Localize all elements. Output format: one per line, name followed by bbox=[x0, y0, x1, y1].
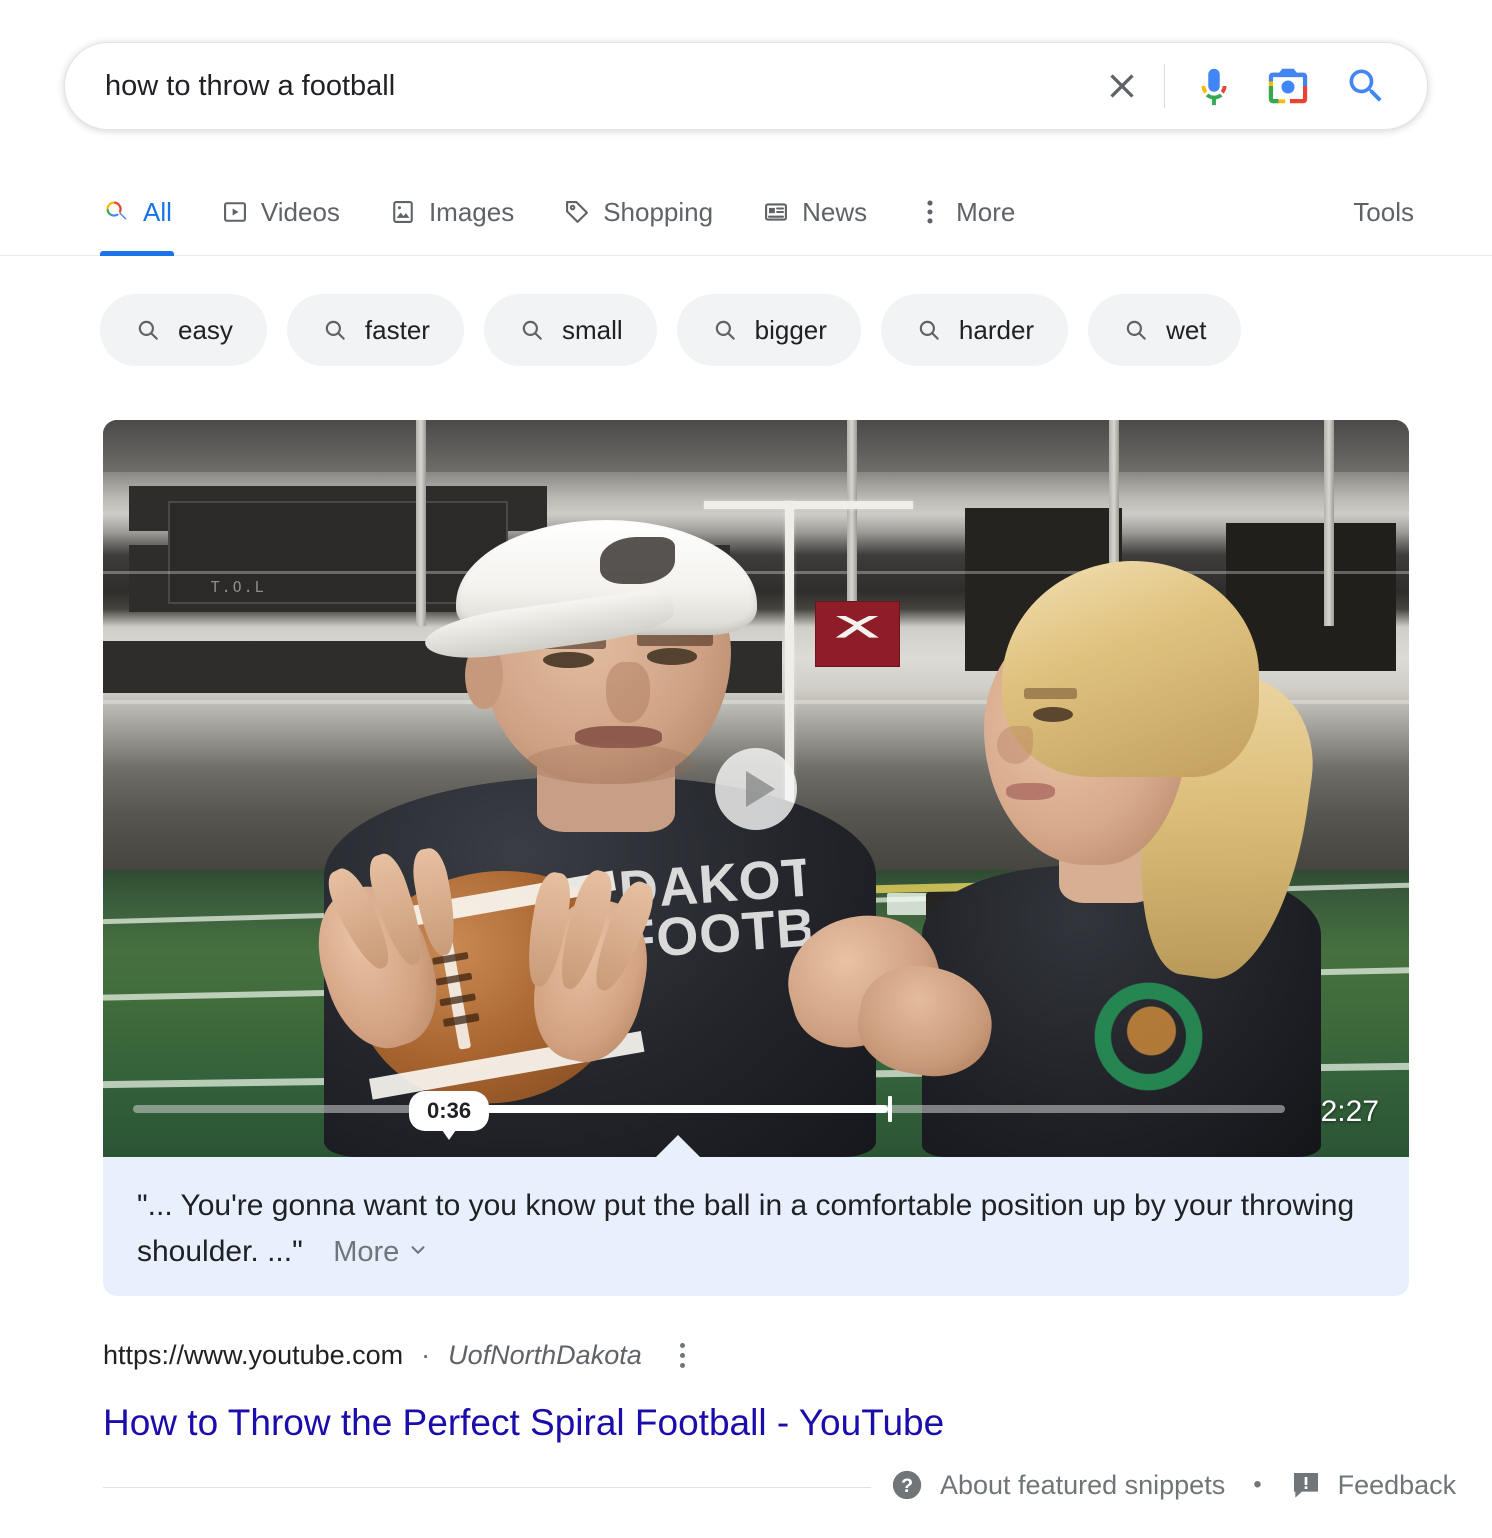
tab-videos[interactable]: Videos bbox=[218, 186, 342, 238]
search-icon bbox=[1122, 316, 1150, 344]
search-input[interactable] bbox=[105, 69, 1094, 103]
google-search-icon bbox=[102, 197, 132, 227]
related-searches-chip-row: easy faster small bigger har bbox=[100, 294, 1241, 366]
chip-small[interactable]: small bbox=[484, 294, 657, 366]
result-title-link[interactable]: How to Throw the Perfect Spiral Football… bbox=[103, 1399, 1403, 1447]
play-triangle bbox=[746, 771, 775, 807]
video-progress-bar[interactable] bbox=[133, 1105, 1285, 1113]
coach-eye bbox=[543, 652, 593, 668]
shirt-logo bbox=[1073, 967, 1224, 1106]
chip-bigger-label: bigger bbox=[755, 315, 827, 346]
snippet-more-label: More bbox=[333, 1236, 399, 1269]
about-featured-snippets-button[interactable]: ? About featured snippets bbox=[890, 1468, 1225, 1502]
feedback-button[interactable]: Feedback bbox=[1290, 1470, 1457, 1501]
footer-separator: • bbox=[1245, 1471, 1269, 1499]
snippet-quote: "... You're gonna want to you know put t… bbox=[137, 1189, 1354, 1268]
search-bar-container bbox=[64, 42, 1428, 130]
tab-more[interactable]: More bbox=[913, 186, 1017, 238]
coach-chin bbox=[525, 743, 694, 784]
play-button-icon[interactable] bbox=[715, 748, 797, 830]
snippet-footer: ? About featured snippets • Feedback bbox=[890, 1468, 1456, 1502]
microphone-icon[interactable] bbox=[1185, 57, 1243, 115]
interviewer-brow bbox=[1024, 688, 1077, 699]
interviewer-nose bbox=[997, 726, 1033, 764]
chip-wet[interactable]: wet bbox=[1088, 294, 1240, 366]
tab-all-label: All bbox=[143, 197, 172, 228]
image-icon bbox=[388, 197, 418, 227]
tab-more-label: More bbox=[956, 197, 1015, 228]
featured-snippet-text-panel: "... You're gonna want to you know put t… bbox=[103, 1157, 1409, 1296]
search-icon bbox=[915, 316, 943, 344]
tab-videos-label: Videos bbox=[261, 197, 340, 228]
upper-deck bbox=[103, 420, 1409, 472]
interviewer-lips bbox=[1006, 783, 1055, 799]
feedback-icon bbox=[1290, 1470, 1322, 1500]
chip-wet-label: wet bbox=[1166, 315, 1206, 346]
person-interviewer bbox=[913, 523, 1357, 1157]
svg-text:?: ? bbox=[901, 1475, 913, 1497]
search-divider bbox=[1164, 64, 1165, 108]
search-icon bbox=[321, 316, 349, 344]
search-bar[interactable] bbox=[64, 42, 1428, 130]
current-time-tooltip: 0:36 bbox=[409, 1091, 489, 1131]
person-coach: DAKOTA FOOTBALL bbox=[299, 479, 926, 1157]
result-url[interactable]: https://www.youtube.com bbox=[103, 1340, 403, 1371]
tools-button[interactable]: Tools bbox=[1353, 186, 1414, 238]
price-tag-icon bbox=[562, 197, 592, 227]
video-duration: 2:27 bbox=[1321, 1095, 1379, 1129]
cap-logo bbox=[600, 537, 675, 584]
result-channel: UofNorthDakota bbox=[448, 1340, 642, 1371]
tab-shopping-label: Shopping bbox=[603, 197, 713, 228]
close-icon[interactable] bbox=[1094, 58, 1150, 114]
google-lens-camera-icon[interactable] bbox=[1259, 57, 1317, 115]
chevron-down-icon bbox=[407, 1236, 429, 1269]
coach-eye bbox=[647, 648, 697, 664]
feedback-label: Feedback bbox=[1338, 1470, 1457, 1501]
video-icon bbox=[220, 197, 250, 227]
tab-all[interactable]: All bbox=[100, 186, 174, 238]
tab-images[interactable]: Images bbox=[386, 186, 516, 238]
tab-shopping[interactable]: Shopping bbox=[560, 186, 715, 238]
interviewer-hair bbox=[1002, 561, 1260, 776]
chip-small-label: small bbox=[562, 315, 623, 346]
search-result: https://www.youtube.com · UofNorthDakota… bbox=[103, 1333, 1403, 1447]
search-icon bbox=[711, 316, 739, 344]
interviewer-eye bbox=[1033, 707, 1073, 722]
help-circle-icon: ? bbox=[890, 1468, 924, 1502]
tab-images-label: Images bbox=[429, 197, 514, 228]
snippet-more-button[interactable]: More bbox=[333, 1236, 429, 1269]
chip-easy[interactable]: easy bbox=[100, 294, 267, 366]
more-vertical-icon bbox=[915, 197, 945, 227]
chip-harder[interactable]: harder bbox=[881, 294, 1068, 366]
chip-easy-label: easy bbox=[178, 315, 233, 346]
chip-faster[interactable]: faster bbox=[287, 294, 464, 366]
tab-news[interactable]: News bbox=[759, 186, 869, 238]
search-icon[interactable] bbox=[1337, 57, 1395, 115]
about-featured-snippets-label: About featured snippets bbox=[940, 1470, 1225, 1501]
search-nav-bar: All Videos Images bbox=[0, 170, 1492, 256]
snippet-caret bbox=[656, 1135, 700, 1157]
search-icon bbox=[518, 316, 546, 344]
video-progress-highlight bbox=[438, 1105, 887, 1113]
news-icon bbox=[761, 197, 791, 227]
chip-faster-label: faster bbox=[365, 315, 430, 346]
tools-label: Tools bbox=[1353, 197, 1414, 228]
coach-nose bbox=[606, 662, 650, 723]
scoreboard-text: T.O.L bbox=[211, 578, 266, 596]
result-url-row: https://www.youtube.com · UofNorthDakota bbox=[103, 1333, 1403, 1377]
chip-harder-label: harder bbox=[959, 315, 1034, 346]
url-separator: · bbox=[421, 1340, 430, 1371]
chip-bigger[interactable]: bigger bbox=[677, 294, 861, 366]
search-icon bbox=[134, 316, 162, 344]
featured-snippet-video[interactable]: T.O.L DAKOTA FOOTBALL bbox=[103, 420, 1409, 1157]
progress-marker-end[interactable] bbox=[888, 1096, 892, 1122]
tab-news-label: News bbox=[802, 197, 867, 228]
kebab-menu-icon[interactable] bbox=[666, 1338, 700, 1372]
footer-divider bbox=[103, 1487, 871, 1488]
